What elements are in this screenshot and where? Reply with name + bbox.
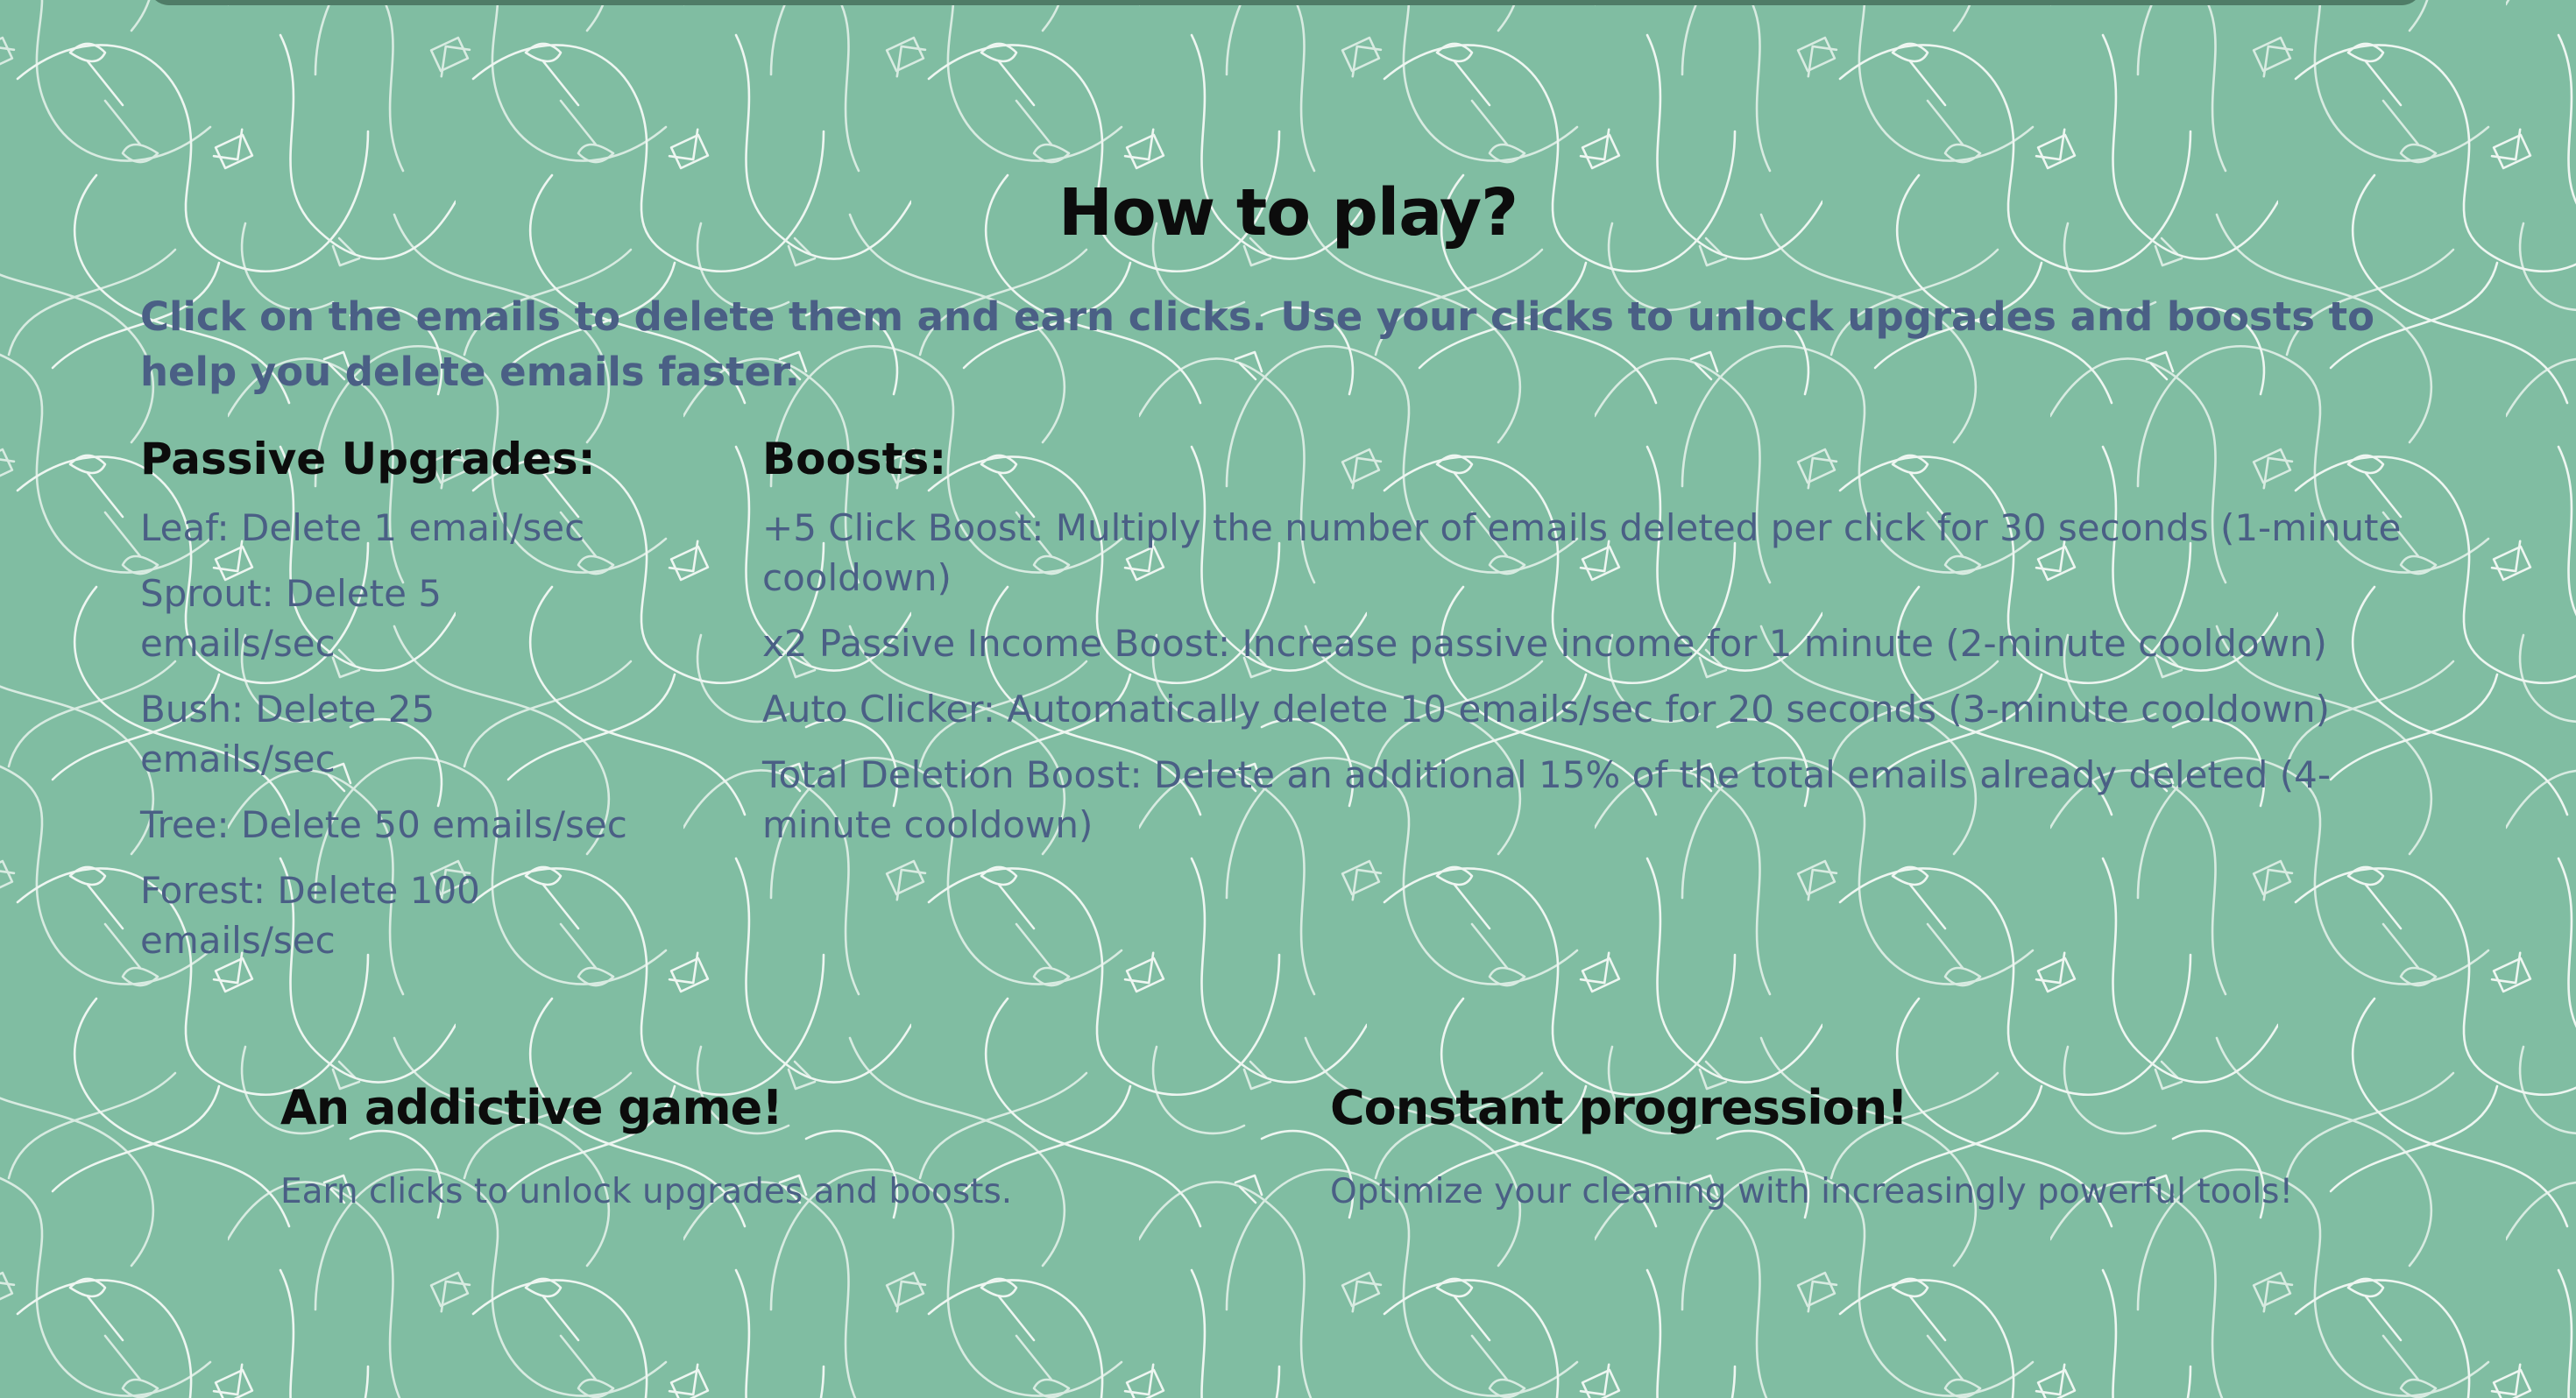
feature-title-progression: Constant progression! <box>1330 1080 1908 1135</box>
list-item: +5 Click Boost: Multiply the number of e… <box>762 506 2402 599</box>
list-item: Bush: Delete 25 emails/sec <box>140 688 435 780</box>
passive-upgrades-heading: Passive Upgrades: <box>140 434 596 484</box>
list-item: Total Deletion Boost: Delete an addition… <box>762 753 2332 846</box>
how-to-play-section: How to play? Click on the emails to dele… <box>0 0 2576 1398</box>
boosts-heading: Boosts: <box>762 434 947 484</box>
list-item: Auto Clicker: Automatically delete 10 em… <box>762 688 2330 731</box>
feature-description-progression: Optimize your cleaning with increasingly… <box>1330 1172 2294 1211</box>
list-item: x2 Passive Income Boost: Increase passiv… <box>762 622 2327 665</box>
feature-title-addictive: An addictive game! <box>280 1080 783 1135</box>
list-item: Leaf: Delete 1 email/sec <box>140 506 585 549</box>
feature-description-addictive: Earn clicks to unlock upgrades and boost… <box>280 1172 1013 1211</box>
passive-upgrades-list: Leaf: Delete 1 email/sec Sprout: Delete … <box>140 503 640 981</box>
list-item: Tree: Delete 50 emails/sec <box>140 803 627 846</box>
boosts-list: +5 Click Boost: Multiply the number of e… <box>762 503 2427 865</box>
page-title: How to play? <box>1058 175 1518 251</box>
list-item: Forest: Delete 100 emails/sec <box>140 869 480 962</box>
list-item: Sprout: Delete 5 emails/sec <box>140 572 442 665</box>
intro-text: Click on the emails to delete them and e… <box>140 293 2375 395</box>
